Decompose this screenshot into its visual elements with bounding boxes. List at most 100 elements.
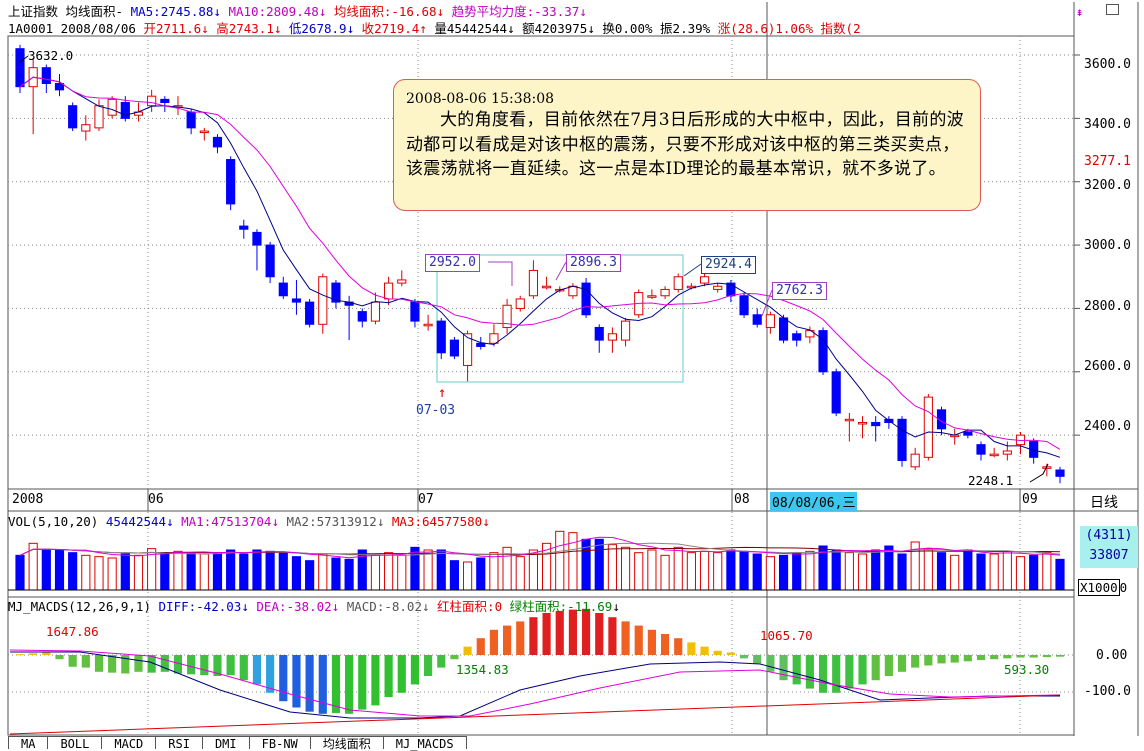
- volume-bar: [160, 552, 170, 591]
- candle-body: [186, 111, 196, 129]
- candle-body: [120, 102, 130, 119]
- candle-body: [278, 282, 288, 297]
- macd-bar: [687, 642, 696, 655]
- candle-body: [647, 295, 657, 298]
- down-arrow-icon: ↓: [318, 4, 327, 19]
- candle-body: [226, 159, 236, 205]
- period-label[interactable]: 日线: [1090, 492, 1118, 512]
- macd-label: 1065.70: [760, 628, 813, 643]
- candle-body: [318, 276, 328, 325]
- volume-bar: [133, 554, 144, 591]
- tab-dmi[interactable]: DMI: [201, 736, 250, 751]
- volume-bar: [397, 554, 407, 591]
- pin-icon[interactable]: ⇞: [1076, 5, 1083, 19]
- note-timestamp: 2008-08-06 15:38:08: [406, 91, 555, 107]
- vol-value: 45442544: [105, 514, 167, 529]
- macd-bar: [134, 655, 143, 672]
- macd-bar: [187, 655, 196, 675]
- candle-body: [660, 288, 670, 297]
- macd-bar: [542, 613, 551, 655]
- candle-body: [910, 453, 920, 468]
- macd-label: 593.30: [1004, 662, 1050, 677]
- volume-bar: [186, 552, 196, 591]
- volume-bar: [686, 552, 696, 591]
- box-leader-line: [555, 261, 567, 281]
- down-arrow-icon: ↓: [273, 21, 282, 36]
- tab-mj-macds[interactable]: MJ_MACDS: [382, 736, 467, 751]
- volume-bar: [212, 552, 223, 591]
- down-arrow-icon: ↓: [482, 514, 490, 529]
- tab-area[interactable]: 均线面积: [309, 736, 384, 751]
- window-icon[interactable]: [1106, 4, 1119, 15]
- candle-body: [370, 301, 381, 322]
- volume-bar: [897, 553, 907, 591]
- volume-bar: [713, 552, 723, 591]
- volume-bar: [252, 549, 262, 591]
- macd-bar: [871, 655, 880, 681]
- macd-axis-tick: -100.0: [1084, 684, 1131, 699]
- volume-bar: [120, 553, 130, 591]
- tab-rsi[interactable]: RSI: [155, 736, 203, 751]
- down-arrow-icon: ↓: [507, 21, 515, 36]
- volume-bar: [199, 553, 209, 591]
- macd-bar: [503, 625, 512, 655]
- volume-bar: [265, 550, 275, 591]
- volume-bar: [950, 554, 960, 591]
- down-arrow-icon: ↓: [587, 21, 595, 36]
- candle-body: [384, 282, 394, 300]
- candle-body: [252, 231, 262, 246]
- macd-bar: [424, 655, 433, 676]
- macd-bar: [1042, 655, 1051, 658]
- macd-axis-tick: 0.00: [1096, 648, 1128, 663]
- macd-bar: [1029, 655, 1038, 658]
- candle-body: [410, 301, 420, 322]
- tab-macd[interactable]: MACD: [101, 736, 157, 751]
- low-label: 2248.1: [968, 473, 1014, 488]
- candle-body: [726, 282, 736, 297]
- volume-bar: [331, 557, 341, 591]
- vol-side-bottom: 33807: [1089, 548, 1129, 563]
- tab-ma[interactable]: MA: [8, 736, 49, 751]
- down-arrow-icon: ↓: [271, 514, 279, 529]
- down-arrow-icon: ↓: [201, 21, 209, 36]
- macd-bar: [779, 655, 788, 681]
- macd-bar: [739, 655, 749, 659]
- price-tick: 2600.0: [1084, 359, 1131, 374]
- macd-bar: [990, 655, 999, 660]
- tab-boll[interactable]: BOLL: [47, 736, 103, 751]
- volume-header: VOL(5,10,20) 45442544↓ MA1:47513704↓ MA2…: [8, 514, 490, 530]
- candle-body: [778, 317, 789, 341]
- unit-text: X1000: [1078, 579, 1120, 596]
- macd-bar: [818, 655, 828, 693]
- macd-bar: [700, 646, 709, 655]
- volume-side-box: (4311) 33807: [1080, 526, 1138, 568]
- candle-body: [594, 326, 604, 341]
- candle-body: [199, 130, 209, 134]
- unit-label: X1000 0: [1078, 579, 1128, 596]
- volume-bar: [449, 560, 460, 591]
- macd-bar: [792, 655, 801, 685]
- candle-body: [752, 314, 762, 325]
- macd-dea: DEA:-38.02: [256, 599, 332, 614]
- macd-bar: [897, 655, 907, 672]
- unit-zero: 0: [1119, 580, 1128, 595]
- candle-body: [291, 298, 302, 303]
- x-label: 09: [1022, 492, 1038, 507]
- volume-bar: [489, 552, 499, 591]
- volume-value: 量45442544: [434, 21, 508, 36]
- macd-bar: [279, 655, 288, 702]
- macd-header: MJ_MACDS(12,26,9,1) DIFF:-42.03↓ DEA:-38…: [8, 599, 620, 615]
- volume-bar: [515, 556, 525, 591]
- macd-bar: [924, 655, 933, 666]
- candle-body: [765, 314, 775, 328]
- candle-body: [818, 330, 828, 373]
- volume-bar: [726, 549, 736, 591]
- macd-bar: [529, 617, 538, 655]
- candle-body: [1055, 469, 1065, 477]
- x-label: 07: [418, 492, 434, 507]
- low-value: 低2678.9: [288, 21, 347, 36]
- volume-bar: [107, 557, 117, 591]
- candle-body: [15, 48, 25, 88]
- macd-bar: [950, 655, 959, 663]
- tab-fb-nw[interactable]: FB-NW: [248, 736, 311, 751]
